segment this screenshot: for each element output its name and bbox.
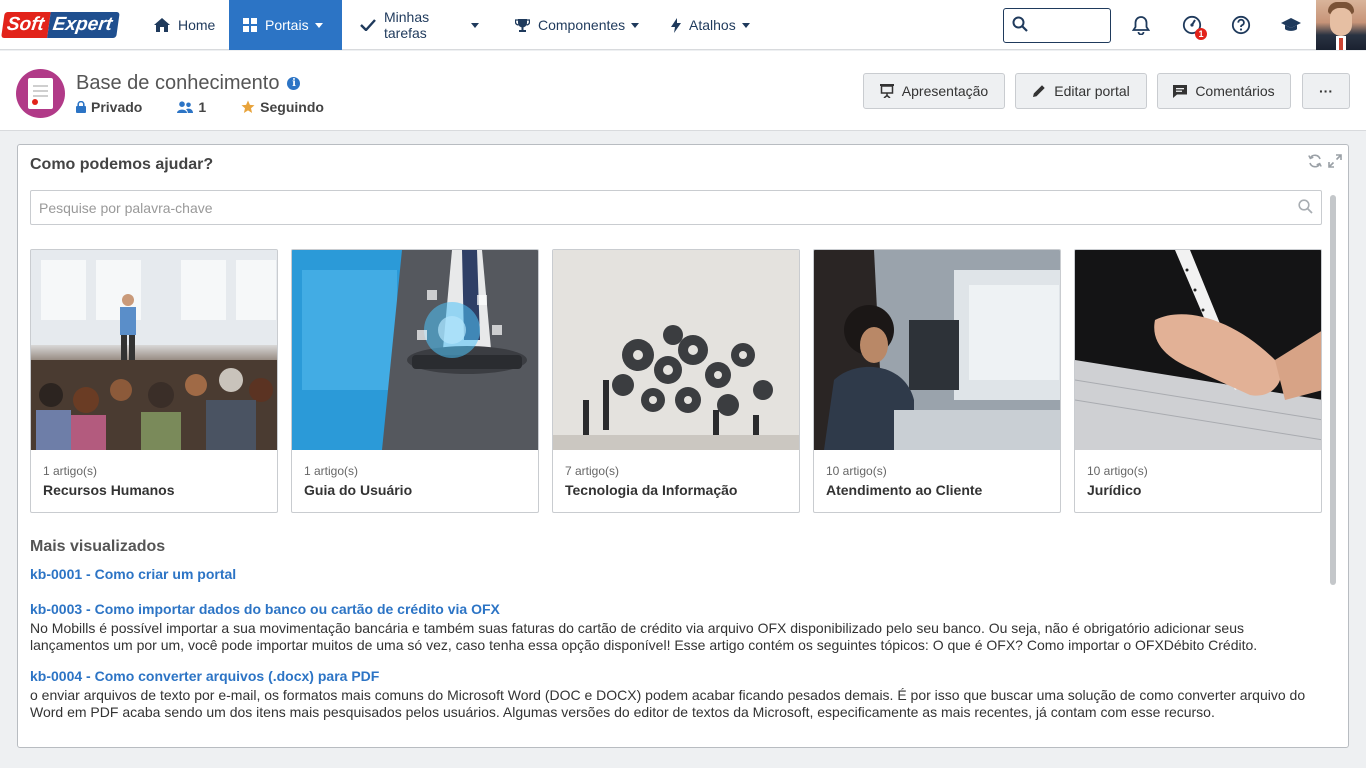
- nav-atalhos-label: Atalhos: [689, 17, 736, 33]
- star-icon: [241, 100, 255, 114]
- logo-expert: Expert: [47, 11, 120, 38]
- article-description: No Mobills é possível importar a sua mov…: [30, 620, 1258, 653]
- presentation-icon: [879, 84, 894, 98]
- keyword-search[interactable]: [30, 190, 1322, 225]
- more-options-button[interactable]: ···: [1302, 73, 1350, 109]
- article-item: kb-0001 - Como criar um portal: [30, 566, 1325, 582]
- most-viewed-title: Mais visualizados: [30, 538, 166, 555]
- pencil-icon: [1032, 84, 1046, 98]
- category-image-recursos-humanos: [31, 250, 277, 450]
- portal-title-text: Base de conhecimento: [76, 72, 280, 94]
- following-status[interactable]: Seguindo: [241, 99, 324, 115]
- check-icon: [360, 19, 376, 31]
- article-item: kb-0004 - Como converter arquivos (.docx…: [30, 668, 1325, 721]
- logo-soft: Soft: [1, 11, 51, 38]
- comments-button[interactable]: Comentários: [1157, 73, 1291, 109]
- vertical-scrollbar[interactable]: [1330, 195, 1336, 585]
- users-icon: [177, 101, 194, 113]
- category-card-juridico[interactable]: 10 artigo(s) Jurídico: [1074, 249, 1322, 513]
- widget-tools: [1308, 154, 1342, 171]
- category-card-atendimento-ao-cliente[interactable]: 10 artigo(s) Atendimento ao Cliente: [813, 249, 1061, 513]
- chevron-down-icon: [631, 22, 640, 28]
- notification-badge: 1: [1195, 28, 1207, 40]
- category-count: 10 artigo(s): [826, 464, 887, 478]
- chevron-down-icon: [741, 22, 750, 28]
- search-icon[interactable]: [1298, 198, 1313, 217]
- privacy-label: Privado: [91, 99, 143, 115]
- chevron-down-icon: [471, 22, 479, 28]
- members-value: 1: [198, 99, 207, 115]
- category-name: Tecnologia da Informação: [565, 482, 738, 498]
- dashboard-gauge-icon[interactable]: 1: [1180, 13, 1207, 40]
- nav-tarefas-label: Minhas tarefas: [384, 9, 430, 41]
- chevron-down-icon: [314, 22, 323, 28]
- bolt-icon: [671, 17, 681, 33]
- bell-icon[interactable]: [1129, 13, 1153, 37]
- info-icon[interactable]: i: [287, 77, 301, 90]
- category-name: Jurídico: [1087, 482, 1142, 498]
- category-image-atendimento: [814, 250, 1060, 450]
- comment-icon: [1173, 84, 1188, 98]
- graduation-cap-icon[interactable]: [1279, 13, 1303, 37]
- article-item: kb-0003 - Como importar dados do banco o…: [30, 601, 1325, 654]
- nav-componentes-label: Componentes: [538, 17, 626, 33]
- lock-icon: [76, 101, 86, 113]
- category-card-guia-do-usuario[interactable]: 1 artigo(s) Guia do Usuário: [291, 249, 539, 513]
- edit-portal-label: Editar portal: [1054, 83, 1130, 99]
- following-label: Seguindo: [260, 99, 324, 115]
- privacy-status: Privado: [76, 99, 142, 115]
- category-image-tecnologia: [553, 250, 799, 450]
- nav-portais-label: Portais: [265, 17, 309, 33]
- category-count: 7 artigo(s): [565, 464, 620, 478]
- softexpert-logo[interactable]: Soft Expert: [1, 11, 120, 38]
- more-options-label: ···: [1319, 83, 1333, 99]
- comments-label: Comentários: [1195, 83, 1275, 99]
- edit-portal-button[interactable]: Editar portal: [1015, 73, 1147, 109]
- presentation-label: Apresentação: [901, 83, 989, 99]
- article-link[interactable]: kb-0001 - Como criar um portal: [30, 566, 1325, 582]
- keyword-search-input[interactable]: [39, 199, 1298, 216]
- portal-title: Base de conhecimento i: [76, 72, 301, 95]
- grid-icon: [243, 18, 257, 32]
- category-name: Atendimento ao Cliente: [826, 482, 983, 498]
- expand-icon[interactable]: [1328, 154, 1342, 171]
- nav-atalhos[interactable]: Atalhos: [651, 0, 751, 50]
- help-widget-panel: Como podemos ajudar? Pesquise por palavr…: [17, 144, 1349, 748]
- search-icon: [1012, 16, 1028, 35]
- category-count: 1 artigo(s): [304, 464, 359, 478]
- category-image-guia-do-usuario: [292, 250, 538, 450]
- category-name: Recursos Humanos: [43, 482, 175, 498]
- nav-home[interactable]: Home: [140, 0, 229, 50]
- home-icon: [154, 18, 170, 32]
- presentation-button[interactable]: Apresentação: [863, 73, 1005, 109]
- category-name: Guia do Usuário: [304, 482, 413, 498]
- widget-title: Como podemos ajudar?: [30, 156, 214, 173]
- nav-minhas-tarefas[interactable]: Minhas tarefas: [342, 0, 493, 50]
- main-nav: Home Portais Minhas tarefas Componentes: [140, 0, 751, 50]
- category-card-recursos-humanos[interactable]: 1 artigo(s) Recursos Humanos: [30, 249, 278, 513]
- user-avatar[interactable]: [1316, 0, 1366, 50]
- nav-home-label: Home: [178, 17, 216, 33]
- portal-header: Base de conhecimento i Privado 1 Seguind…: [0, 51, 1366, 131]
- category-count: 1 artigo(s): [43, 464, 98, 478]
- global-search[interactable]: [1003, 8, 1111, 43]
- category-cards: 1 artigo(s) Recursos Humanos 1 artigo(s)…: [30, 249, 1322, 513]
- article-link[interactable]: kb-0004 - Como converter arquivos (.docx…: [30, 668, 1325, 684]
- portal-document-icon: [16, 69, 65, 118]
- refresh-icon[interactable]: [1308, 154, 1322, 171]
- article-link[interactable]: kb-0003 - Como importar dados do banco o…: [30, 601, 1325, 617]
- members-count[interactable]: 1: [177, 99, 206, 115]
- portal-meta: Privado 1 Seguindo: [76, 99, 359, 115]
- nav-componentes[interactable]: Componentes: [493, 0, 651, 50]
- category-image-juridico: [1075, 250, 1321, 450]
- global-search-input[interactable]: [1032, 18, 1102, 33]
- top-navigation-bar: Soft Expert Home Portais Minhas tarefas: [0, 0, 1366, 50]
- category-card-tecnologia-da-informacao[interactable]: 7 artigo(s) Tecnologia da Informação: [552, 249, 800, 513]
- category-count: 10 artigo(s): [1087, 464, 1148, 478]
- article-description: o enviar arquivos de texto por e-mail, o…: [30, 687, 1306, 720]
- nav-portais[interactable]: Portais: [229, 0, 342, 50]
- trophy-icon: [515, 18, 530, 33]
- help-icon[interactable]: [1229, 13, 1253, 37]
